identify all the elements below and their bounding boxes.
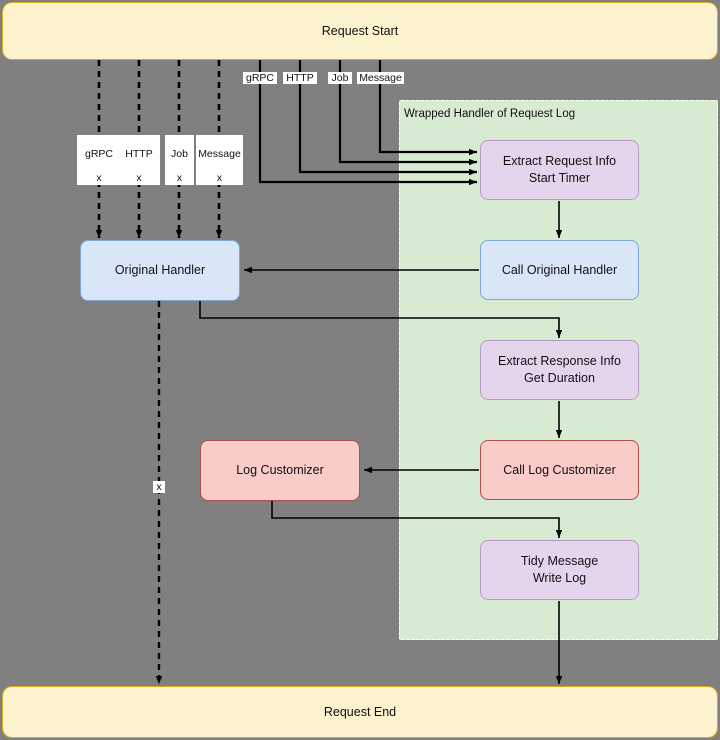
node-extract-request-info[interactable]: Extract Request Info Start Timer [480, 140, 639, 200]
edge-label-dashed-job-line1: Job [171, 148, 188, 161]
edge-label-dashed-message-line1: Message [198, 148, 241, 161]
node-tidy-message[interactable]: Tidy Message Write Log [480, 540, 639, 600]
request-start-terminal[interactable]: Request Start [2, 2, 718, 60]
edge-label-dashed-message: Message x [196, 135, 243, 186]
node-call-log-customizer[interactable]: Call Log Customizer [480, 440, 639, 500]
edge-label-dashed-job-line2: x [176, 172, 183, 185]
edge-label-return-x: x [153, 481, 165, 494]
edge-label-solid-message: Message [357, 72, 404, 85]
diagram-canvas: Wrapped Handler of Request Log Request S… [0, 0, 720, 740]
edge-label-dashed-http: HTTP x [118, 135, 160, 186]
node-original-handler[interactable]: Original Handler [80, 240, 240, 301]
edge-label-dashed-http-line2: x [136, 172, 142, 185]
edge-label-solid-grpc: gRPC [243, 72, 277, 85]
edge-label-solid-job: Job [328, 72, 352, 85]
edge-label-solid-http: HTTP [283, 72, 317, 85]
node-call-original-handler[interactable]: Call Original Handler [480, 240, 639, 300]
edge-label-dashed-grpc: gRPC x [77, 135, 121, 186]
edge-label-dashed-grpc-line1: gRPC [84, 148, 113, 161]
edge-label-dashed-grpc-line2: x [96, 172, 102, 185]
request-end-terminal[interactable]: Request End [2, 686, 718, 738]
node-extract-response-info[interactable]: Extract Response Info Get Duration [480, 340, 639, 400]
edge-label-dashed-http-line1: HTTP [125, 148, 153, 161]
edge-label-dashed-job: Job x [165, 135, 194, 186]
node-log-customizer[interactable]: Log Customizer [200, 440, 360, 501]
edge-label-dashed-message-line2: x [216, 172, 223, 185]
wrapped-handler-group-title: Wrapped Handler of Request Log [404, 108, 576, 120]
